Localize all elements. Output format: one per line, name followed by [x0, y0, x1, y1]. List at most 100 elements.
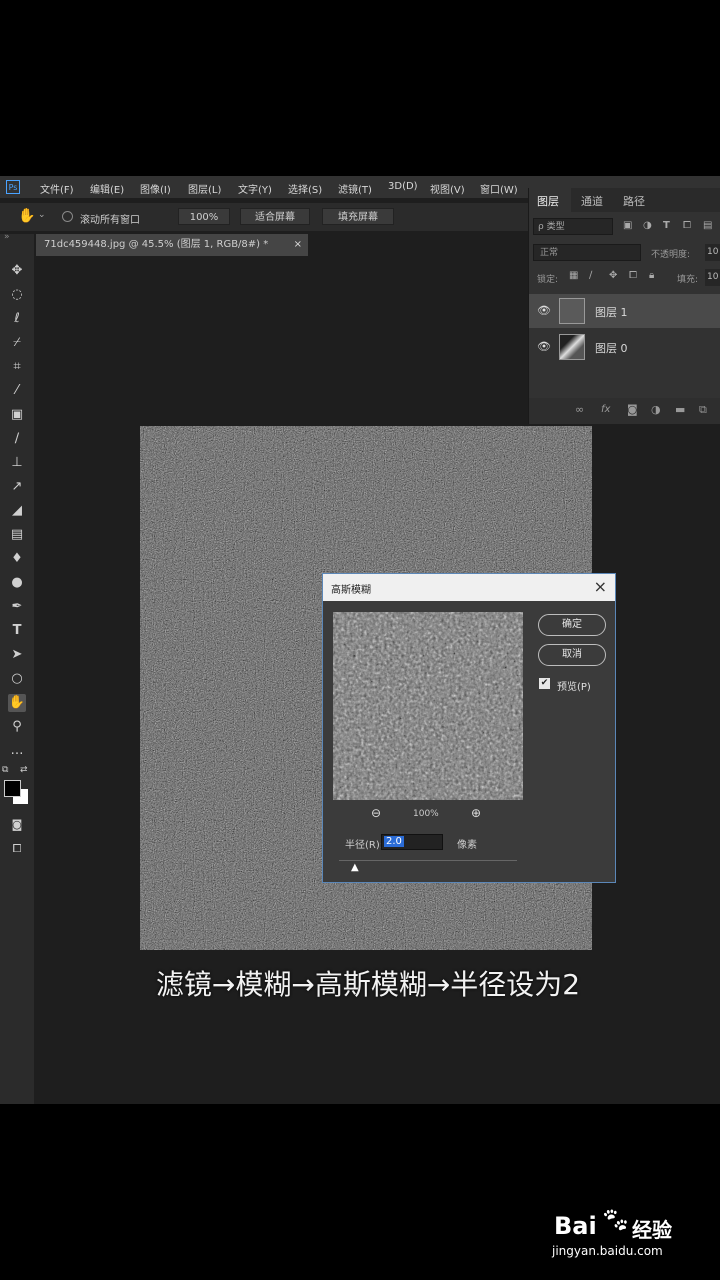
- zoom-100-button[interactable]: 100%: [178, 208, 230, 225]
- document-title: 71dc459448.jpg @ 45.5% (图层 1, RGB/8#) *: [44, 239, 269, 250]
- lock-all-icon[interactable]: 🔒︎: [649, 270, 654, 281]
- layer-name: 图层 0: [595, 342, 628, 355]
- cancel-button[interactable]: 取消: [538, 644, 606, 666]
- menu-layer[interactable]: 图层(L): [188, 181, 221, 196]
- menu-select[interactable]: 选择(S): [288, 181, 322, 196]
- radius-label: 半径(R):: [345, 840, 384, 851]
- collapse-arrows-icon[interactable]: »: [4, 232, 10, 242]
- mask-icon[interactable]: ◙: [627, 403, 638, 416]
- smart-filter-icon[interactable]: ▤: [703, 220, 712, 231]
- tab-layers[interactable]: 图层: [537, 193, 559, 209]
- baidu-jingyan-watermark: Bai 🐾︎ 经验 jingyan.baidu.com: [552, 1198, 712, 1268]
- blend-mode-select[interactable]: 正常: [533, 244, 641, 261]
- eye-icon[interactable]: 👁︎: [537, 304, 551, 317]
- paw-icon: 🐾︎: [600, 1206, 631, 1234]
- crop-tool-icon[interactable]: ⌗: [8, 358, 26, 376]
- screen-mode-icon[interactable]: ⧠: [8, 840, 26, 858]
- adjustment-icon[interactable]: ◑: [651, 403, 661, 416]
- dialog-title: 高斯模糊: [331, 585, 371, 596]
- quick-select-tool-icon[interactable]: ⌿: [8, 334, 26, 352]
- zoom-tool-icon[interactable]: ⚲: [8, 718, 26, 736]
- scroll-all-windows-checkbox[interactable]: [62, 211, 73, 222]
- layer-kind-filter[interactable]: ρ 类型: [533, 218, 613, 235]
- foreground-color-swatch[interactable]: [4, 780, 21, 797]
- fill-screen-button[interactable]: 填充屏幕: [322, 208, 394, 225]
- swap-colors-icon[interactable]: ⇄: [20, 765, 28, 775]
- tab-paths[interactable]: 路径: [623, 193, 645, 209]
- ellipse-tool-icon[interactable]: ○: [8, 670, 26, 688]
- quick-mask-icon[interactable]: ◙: [8, 816, 26, 834]
- radius-value: 2.0: [384, 836, 404, 847]
- folder-icon[interactable]: ▬: [675, 403, 685, 416]
- preview-label: 预览(P): [557, 682, 591, 693]
- dialog-titlebar[interactable]: 高斯模糊 ×: [323, 574, 615, 601]
- default-colors-icon[interactable]: ⧉: [2, 765, 8, 775]
- menu-type[interactable]: 文字(Y): [238, 181, 272, 196]
- menu-edit[interactable]: 编辑(E): [90, 181, 124, 196]
- close-icon[interactable]: ×: [594, 577, 607, 596]
- path-selection-icon[interactable]: ➤: [8, 646, 26, 664]
- menu-image[interactable]: 图像(I): [140, 181, 171, 196]
- fill-input[interactable]: 10: [705, 269, 720, 286]
- healing-brush-icon[interactable]: ▣: [8, 406, 26, 424]
- fit-screen-button[interactable]: 适合屏幕: [240, 208, 310, 225]
- blur-tool-icon[interactable]: ♦: [8, 550, 26, 568]
- radius-input[interactable]: 2.0: [381, 834, 443, 850]
- shape-filter-icon[interactable]: ⧠: [683, 220, 691, 231]
- tab-channels[interactable]: 通道: [581, 193, 603, 209]
- type-filter-icon[interactable]: T: [663, 220, 670, 231]
- tutorial-caption: 滤镜→模糊→高斯模糊→半径设为2: [155, 968, 581, 1001]
- chevron-down-icon[interactable]: ⌄: [38, 210, 46, 220]
- blur-preview[interactable]: [333, 612, 523, 800]
- watermark-url: jingyan.baidu.com: [552, 1244, 663, 1258]
- eyedropper-tool-icon[interactable]: ⁄: [8, 382, 26, 400]
- layers-footer: ∞ fx ◙ ◑ ▬ ⧉: [529, 398, 720, 424]
- gradient-tool-icon[interactable]: ▤: [8, 526, 26, 544]
- layer-row-0[interactable]: 👁︎ 图层 0: [529, 330, 720, 364]
- layer-name: 图层 1: [595, 306, 628, 319]
- photoshop-logo: Ps: [6, 180, 20, 194]
- more-tools-icon[interactable]: …: [8, 742, 26, 760]
- eye-icon[interactable]: 👁︎: [537, 340, 551, 353]
- new-layer-icon[interactable]: ⧉: [699, 403, 707, 417]
- radius-slider-track[interactable]: [339, 860, 517, 861]
- unit-label: 像素: [457, 840, 477, 851]
- lock-transparent-icon[interactable]: ▦: [569, 270, 578, 281]
- lock-move-icon[interactable]: ✥: [609, 270, 617, 281]
- lock-artboard-icon[interactable]: ⧠: [629, 270, 637, 281]
- zoom-in-icon[interactable]: ⊕: [471, 806, 481, 820]
- menu-filter[interactable]: 滤镜(T): [338, 181, 372, 196]
- zoom-out-icon[interactable]: ⊖: [371, 806, 381, 820]
- lasso-tool-icon[interactable]: ℓ: [8, 310, 26, 328]
- move-tool-icon[interactable]: ✥: [8, 262, 26, 280]
- brush-tool-icon[interactable]: ∕: [8, 430, 26, 448]
- link-icon[interactable]: ∞: [575, 403, 584, 416]
- menu-3d[interactable]: 3D(D): [388, 181, 418, 192]
- hand-tool-icon[interactable]: ✋: [18, 208, 35, 224]
- opacity-input[interactable]: 10: [705, 244, 720, 261]
- ok-button[interactable]: 确定: [538, 614, 606, 636]
- menu-file[interactable]: 文件(F): [40, 181, 74, 196]
- adjustment-filter-icon[interactable]: ◑: [643, 220, 652, 231]
- document-tab[interactable]: 71dc459448.jpg @ 45.5% (图层 1, RGB/8#) * …: [36, 234, 308, 256]
- radius-slider-thumb[interactable]: ▲: [351, 862, 359, 873]
- clone-stamp-icon[interactable]: ⊥: [8, 454, 26, 472]
- pen-tool-icon[interactable]: ✒: [8, 598, 26, 616]
- layers-panel: 图层 通道 路径 ρ 类型 ▣ ◑ T ⧠ ▤ 正常 不透明度: 10 锁定: …: [528, 188, 720, 424]
- menu-view[interactable]: 视图(V): [430, 181, 465, 196]
- preview-zoom-level: 100%: [413, 809, 439, 819]
- type-tool-icon[interactable]: T: [8, 622, 26, 640]
- layer-row-1[interactable]: 👁︎ 图层 1: [529, 294, 720, 328]
- close-tab-icon[interactable]: ×: [294, 234, 302, 256]
- image-filter-icon[interactable]: ▣: [623, 220, 632, 231]
- dodge-tool-icon[interactable]: ●: [8, 574, 26, 592]
- menu-window[interactable]: 窗口(W): [480, 181, 518, 196]
- history-brush-icon[interactable]: ↗: [8, 478, 26, 496]
- lock-brush-icon[interactable]: ∕: [589, 270, 592, 281]
- fill-label: 填充:: [677, 275, 699, 285]
- preview-checkbox[interactable]: ✔: [539, 678, 550, 689]
- marquee-tool-icon[interactable]: ◌: [8, 286, 26, 304]
- hand-tool-icon[interactable]: ✋: [8, 694, 26, 712]
- fx-icon[interactable]: fx: [601, 404, 610, 415]
- eraser-tool-icon[interactable]: ◢: [8, 502, 26, 520]
